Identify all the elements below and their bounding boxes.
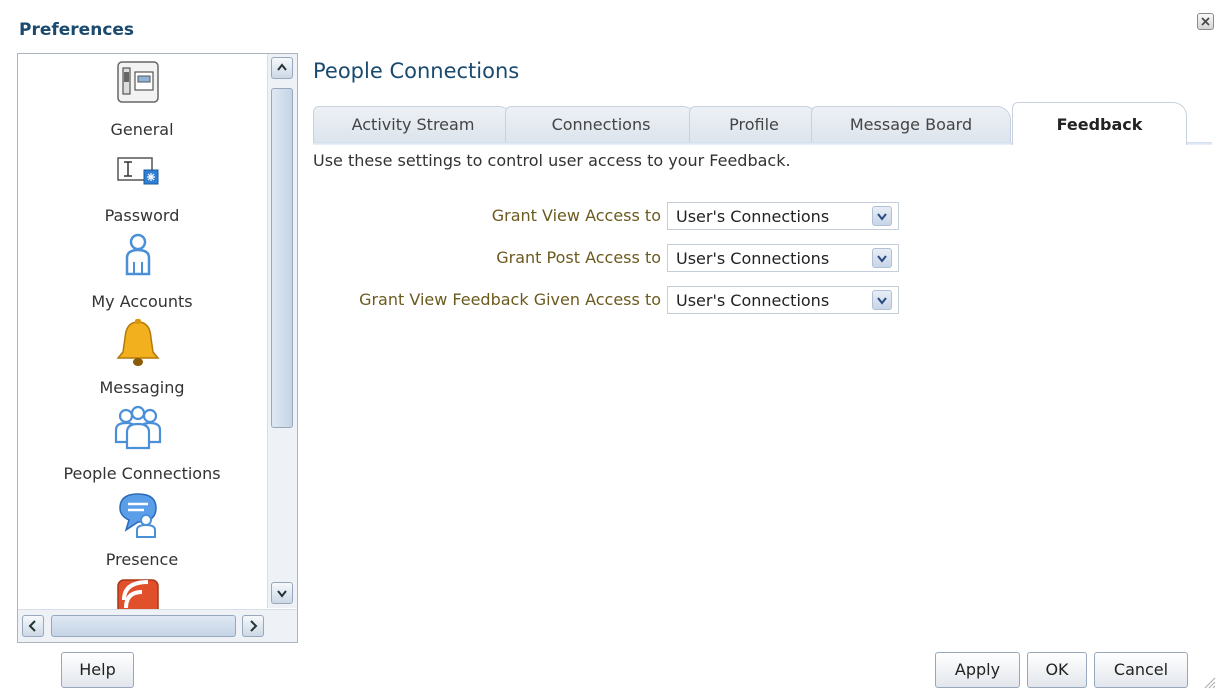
- nav-item-label: Messaging: [99, 378, 185, 397]
- setting-label: Grant View Feedback Given Access to: [359, 290, 661, 309]
- nav-item-label: General: [110, 120, 174, 139]
- nav-item-label: Presence: [105, 550, 179, 569]
- presence-icon: [108, 490, 168, 538]
- setting-row-post-access: Grant Post Access to User's Connections: [313, 244, 903, 272]
- apply-button[interactable]: Apply: [935, 652, 1020, 688]
- nav-list: General Password My Accounts Messaging P…: [18, 54, 266, 610]
- tab-connections[interactable]: Connections: [505, 106, 697, 142]
- chevron-right-icon: [250, 620, 258, 632]
- dropdown-button[interactable]: [872, 248, 892, 268]
- setting-label: Grant View Access to: [491, 206, 661, 225]
- cancel-button[interactable]: Cancel: [1094, 652, 1188, 688]
- horizontal-scroll-thumb[interactable]: [51, 615, 236, 637]
- nav-item-general[interactable]: General: [18, 60, 266, 144]
- dropdown-button[interactable]: [872, 290, 892, 310]
- preferences-nav: General Password My Accounts Messaging P…: [17, 53, 298, 643]
- rss-feed-icon: [108, 578, 168, 610]
- setting-row-feedback-given-access: Grant View Feedback Given Access to User…: [313, 286, 903, 314]
- chevron-left-icon: [28, 620, 36, 632]
- chevron-down-icon: [877, 255, 887, 263]
- tab-profile[interactable]: Profile: [689, 106, 819, 142]
- nav-item-label: People Connections: [63, 464, 221, 483]
- scroll-right-button[interactable]: [242, 615, 264, 637]
- ok-button[interactable]: OK: [1027, 652, 1087, 688]
- nav-item-my-accounts[interactable]: My Accounts: [18, 232, 266, 316]
- vertical-scrollbar[interactable]: [267, 54, 297, 608]
- setting-label: Grant Post Access to: [496, 248, 661, 267]
- scroll-left-button[interactable]: [22, 615, 44, 637]
- tab-feedback[interactable]: Feedback: [1012, 102, 1187, 145]
- description-text: Use these settings to control user acces…: [313, 151, 791, 170]
- chevron-down-icon: [877, 213, 887, 221]
- chevron-up-icon: [277, 63, 287, 71]
- help-button[interactable]: Help: [61, 652, 134, 688]
- post-access-select[interactable]: User's Connections: [667, 244, 899, 272]
- tab-bar: Activity Stream Connections Profile Mess…: [313, 102, 1212, 145]
- close-icon: [1201, 17, 1210, 26]
- nav-item-feed[interactable]: [18, 578, 266, 610]
- vertical-scroll-thumb[interactable]: [271, 88, 293, 428]
- tab-message-board[interactable]: Message Board: [811, 106, 1011, 142]
- person-icon: [108, 232, 168, 278]
- dropdown-button[interactable]: [872, 206, 892, 226]
- scroll-up-button[interactable]: [271, 57, 293, 79]
- setting-row-view-access: Grant View Access to User's Connections: [313, 202, 903, 230]
- scroll-down-button[interactable]: [271, 582, 293, 604]
- select-value: User's Connections: [676, 249, 830, 268]
- people-group-icon: [108, 404, 168, 450]
- nav-item-people-connections[interactable]: People Connections: [18, 404, 266, 488]
- select-value: User's Connections: [676, 207, 830, 226]
- chevron-down-icon: [877, 297, 887, 305]
- horizontal-scrollbar[interactable]: [18, 609, 297, 642]
- tab-activity-stream[interactable]: Activity Stream: [313, 106, 513, 142]
- nav-item-label: My Accounts: [91, 292, 193, 311]
- select-value: User's Connections: [676, 291, 830, 310]
- close-button[interactable]: [1197, 13, 1214, 30]
- nav-item-messaging[interactable]: Messaging: [18, 318, 266, 402]
- nav-item-password[interactable]: Password: [18, 146, 266, 230]
- nav-item-label: Password: [104, 206, 180, 225]
- feedback-given-access-select[interactable]: User's Connections: [667, 286, 899, 314]
- resize-grip-icon[interactable]: [1203, 676, 1217, 690]
- nav-item-presence[interactable]: Presence: [18, 490, 266, 574]
- view-access-select[interactable]: User's Connections: [667, 202, 899, 230]
- chevron-down-icon: [277, 590, 287, 598]
- general-settings-icon: [108, 60, 168, 106]
- bell-icon: [108, 318, 168, 366]
- password-icon: [108, 146, 168, 192]
- window-title: Preferences: [19, 20, 135, 40]
- section-title: People Connections: [313, 59, 520, 83]
- title-bar: Preferences: [0, 0, 1222, 42]
